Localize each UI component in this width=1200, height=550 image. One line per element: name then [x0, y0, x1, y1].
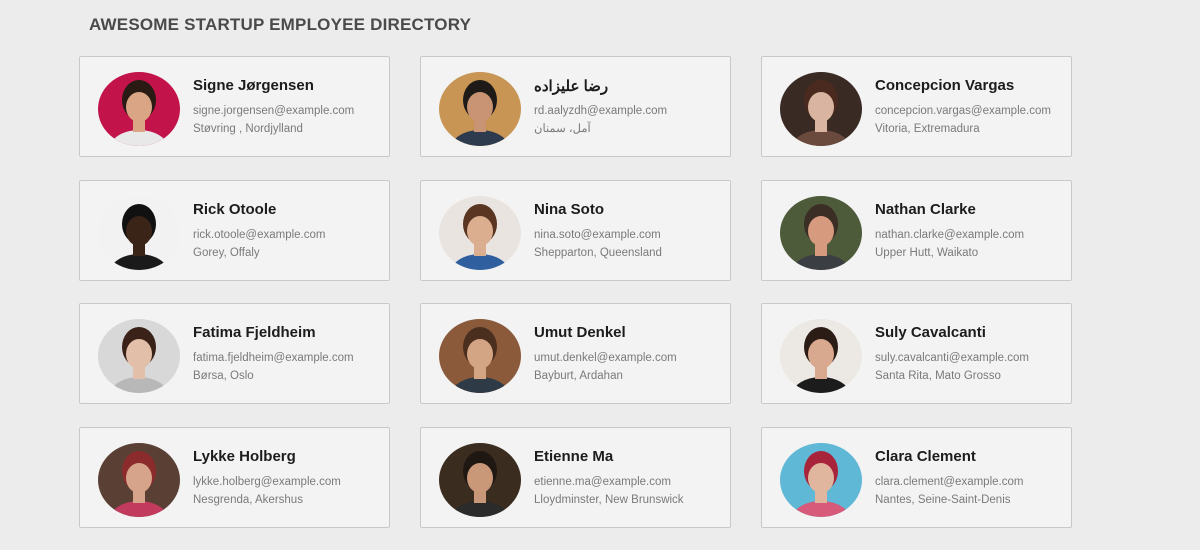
employee-name: Suly Cavalcanti: [875, 324, 986, 341]
avatar: [439, 442, 521, 517]
avatar: [439, 195, 521, 270]
employee-info: Fatima Fjeldheim fatima.fjeldheim@exampl…: [193, 324, 385, 385]
employee-card[interactable]: Clara Clement clara.clement@example.com …: [761, 426, 1072, 528]
employee-card[interactable]: Fatima Fjeldheim fatima.fjeldheim@exampl…: [79, 303, 390, 404]
employee-card[interactable]: Lykke Holberg lykke.holberg@example.com …: [79, 426, 390, 528]
employee-location: Nantes, Seine-Saint-Denis: [875, 493, 1011, 506]
employee-info: Etienne Ma etienne.ma@example.com Lloydm…: [534, 448, 726, 509]
employee-email: signe.jorgensen@example.com: [193, 105, 355, 117]
employee-name: Concepcion Vargas: [875, 77, 1015, 94]
employee-location: Shepparton, Queensland: [534, 246, 662, 259]
employee-name: Clara Clement: [875, 447, 976, 465]
employee-location: Børsa, Oslo: [193, 370, 254, 382]
employee-email: umut.denkel@example.com: [534, 352, 677, 364]
employee-location: Nesgrenda, Akershus: [193, 493, 303, 506]
employee-card[interactable]: Nathan Clarke nathan.clarke@example.com …: [761, 179, 1072, 281]
employee-info: Lykke Holberg lykke.holberg@example.com …: [193, 448, 385, 509]
employee-card[interactable]: Umut Denkel umut.denkel@example.com Bayb…: [420, 303, 731, 404]
avatar: [780, 195, 862, 270]
employee-grid: Signe Jørgensen signe.jorgensen@example.…: [79, 56, 1072, 528]
employee-card[interactable]: Rick Otoole rick.otoole@example.com Gore…: [79, 179, 390, 281]
employee-email: lykke.holberg@example.com: [193, 475, 341, 488]
employee-email: concepcion.vargas@example.com: [875, 105, 1051, 117]
employee-email: nathan.clarke@example.com: [875, 228, 1025, 241]
avatar: [780, 72, 862, 146]
employee-info: Signe Jørgensen signe.jorgensen@example.…: [193, 77, 385, 138]
employee-card[interactable]: رضا علیزاده rd.aalyzdh@example.com آمل، …: [420, 56, 731, 157]
employee-name: Umut Denkel: [534, 324, 626, 341]
employee-info: Rick Otoole rick.otoole@example.com Gore…: [193, 201, 385, 262]
employee-card[interactable]: Etienne Ma etienne.ma@example.com Lloydm…: [420, 426, 731, 528]
employee-info: Nina Soto nina.soto@example.com Sheppart…: [534, 201, 726, 262]
employee-location: Vitoria, Extremadura: [875, 123, 980, 135]
avatar: [98, 72, 180, 146]
employee-email: clara.clement@example.com: [875, 475, 1024, 488]
avatar: [780, 442, 862, 517]
employee-location: Gorey, Offaly: [193, 246, 260, 259]
page-title: AWESOME STARTUP EMPLOYEE DIRECTORY: [89, 15, 472, 34]
employee-card[interactable]: Signe Jørgensen signe.jorgensen@example.…: [79, 56, 390, 157]
employee-location: Støvring , Nordjylland: [193, 123, 303, 135]
employee-location: Bayburt, Ardahan: [534, 370, 623, 382]
employee-info: Nathan Clarke nathan.clarke@example.com …: [875, 201, 1067, 262]
employee-card[interactable]: Concepcion Vargas concepcion.vargas@exam…: [761, 56, 1072, 157]
employee-name: Etienne Ma: [534, 447, 614, 465]
employee-name: Rick Otoole: [193, 200, 277, 218]
employee-info: رضا علیزاده rd.aalyzdh@example.com آمل، …: [534, 77, 726, 138]
avatar: [439, 319, 521, 393]
employee-location: Upper Hutt, Waikato: [875, 246, 979, 259]
employee-name: Fatima Fjeldheim: [193, 324, 316, 341]
employee-name: Lykke Holberg: [193, 447, 296, 465]
avatar: [98, 195, 180, 270]
employee-info: Umut Denkel umut.denkel@example.com Bayb…: [534, 324, 726, 385]
avatar: [780, 319, 862, 393]
employee-name: Nina Soto: [534, 200, 604, 218]
employee-email: etienne.ma@example.com: [534, 475, 671, 488]
avatar: [439, 72, 521, 146]
employee-name: Nathan Clarke: [875, 200, 976, 218]
employee-location: Lloydminster, New Brunswick: [534, 493, 684, 506]
employee-email: rick.otoole@example.com: [193, 228, 326, 241]
employee-location: Santa Rita, Mato Grosso: [875, 370, 1001, 382]
employee-info: Concepcion Vargas concepcion.vargas@exam…: [875, 77, 1067, 138]
employee-email: fatima.fjeldheim@example.com: [193, 352, 354, 364]
employee-name: رضا علیزاده: [534, 78, 609, 95]
employee-name: Signe Jørgensen: [193, 77, 314, 94]
employee-card[interactable]: Suly Cavalcanti suly.cavalcanti@example.…: [761, 303, 1072, 404]
employee-info: Clara Clement clara.clement@example.com …: [875, 448, 1067, 509]
employee-directory-page: AWESOME STARTUP EMPLOYEE DIRECTORY Signe…: [0, 0, 1200, 550]
employee-card[interactable]: Nina Soto nina.soto@example.com Sheppart…: [420, 179, 731, 281]
employee-location: آمل، سمنان: [534, 123, 591, 135]
avatar: [98, 442, 180, 517]
employee-email: rd.aalyzdh@example.com: [534, 105, 668, 117]
avatar: [98, 319, 180, 393]
employee-email: nina.soto@example.com: [534, 228, 661, 241]
employee-info: Suly Cavalcanti suly.cavalcanti@example.…: [875, 324, 1067, 385]
employee-email: suly.cavalcanti@example.com: [875, 352, 1029, 364]
